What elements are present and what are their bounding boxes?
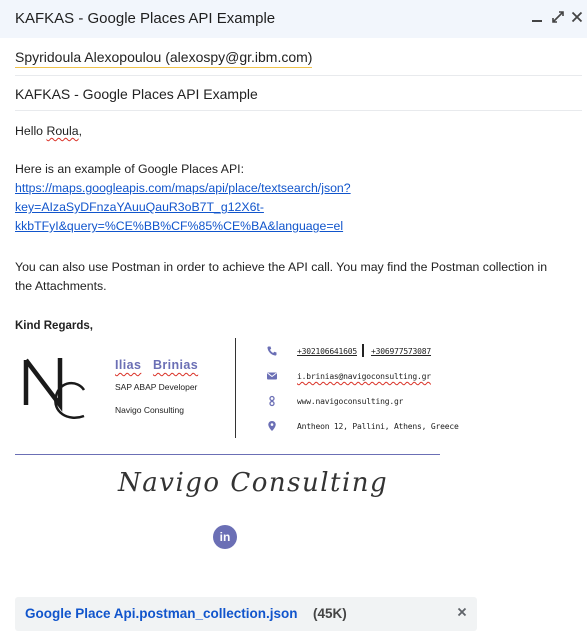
attachment-filename[interactable]: Google Place Api.postman_collection.json — [25, 606, 298, 621]
recipients-field[interactable]: Spyridoula Alexopoulou (alexospy@gr.ibm.… — [15, 49, 582, 75]
attachment-size: (45K) — [313, 606, 347, 621]
greeting-suffix: , — [78, 124, 83, 138]
close-icon[interactable] — [569, 9, 585, 25]
minimize-icon[interactable] — [529, 9, 545, 25]
greeting-name: Roula — [46, 124, 79, 138]
website-icon — [266, 395, 278, 407]
signature-first-name: Ilias — [115, 358, 142, 372]
signature-divider — [235, 338, 236, 438]
website-link[interactable]: www.navigoconsulting.gr — [297, 397, 403, 406]
divider — [15, 110, 582, 111]
location-icon — [266, 420, 278, 432]
email-link[interactable]: i.brinias@navigoconsulting.gr — [297, 372, 431, 381]
phone-2-link[interactable]: +306977573087 — [371, 347, 431, 356]
api-link-block: https://maps.googleapis.com/maps/api/pla… — [15, 179, 585, 236]
postman-line-2: the Attachments. — [15, 279, 107, 293]
recipient-chip[interactable]: Spyridoula Alexopoulou (alexospy@gr.ibm.… — [15, 49, 313, 68]
divider — [15, 75, 582, 76]
signature-name: Ilias Brinias — [115, 358, 198, 372]
linkedin-icon[interactable]: in — [213, 525, 237, 549]
phone-icon — [266, 345, 278, 357]
address-text: Antheon 12, Pallini, Athens, Greece — [297, 422, 459, 431]
compose-titlebar: KAFKAS - Google Places API Example — [0, 0, 587, 38]
popout-icon[interactable] — [550, 9, 566, 25]
signature-rule — [15, 454, 440, 455]
api-link-line-2[interactable]: key=AIzaSyDFnzaYAuuQauR3oB7T_g12X6t- — [15, 200, 264, 214]
greeting: Hello Roula, — [15, 122, 585, 141]
api-link-line-1[interactable]: https://maps.googleapis.com/maps/api/pla… — [15, 181, 351, 195]
signature-role: SAP ABAP Developer — [115, 382, 198, 392]
signature-company: Navigo Consulting — [115, 405, 184, 415]
signature-last-name: Brinias — [152, 358, 199, 372]
phone-1-link[interactable]: +302106641605 — [297, 347, 357, 356]
navigo-script-logo: Navigo Consulting — [118, 468, 389, 498]
attachment-chip[interactable]: Google Place Api.postman_collection.json… — [15, 597, 477, 631]
greeting-prefix: Hello — [15, 124, 47, 138]
window-title: KAFKAS - Google Places API Example — [15, 10, 276, 27]
postman-text: You can also use Postman in order to ach… — [15, 258, 585, 296]
kind-regards: Kind Regards, — [15, 320, 93, 332]
phone-separator — [362, 344, 364, 357]
subject-field[interactable]: KAFKAS - Google Places API Example — [15, 86, 582, 102]
postman-line-1: You can also use Postman in order to ach… — [15, 260, 548, 274]
remove-attachment-icon[interactable] — [455, 605, 469, 619]
api-link-line-3[interactable]: kkbTFyI&query=%CE%BB%CF%85%CE%BA&languag… — [15, 219, 343, 233]
email-icon — [266, 370, 278, 382]
intro-text: Here is an example of Google Places API: — [15, 162, 244, 176]
nc-logo — [20, 350, 88, 422]
